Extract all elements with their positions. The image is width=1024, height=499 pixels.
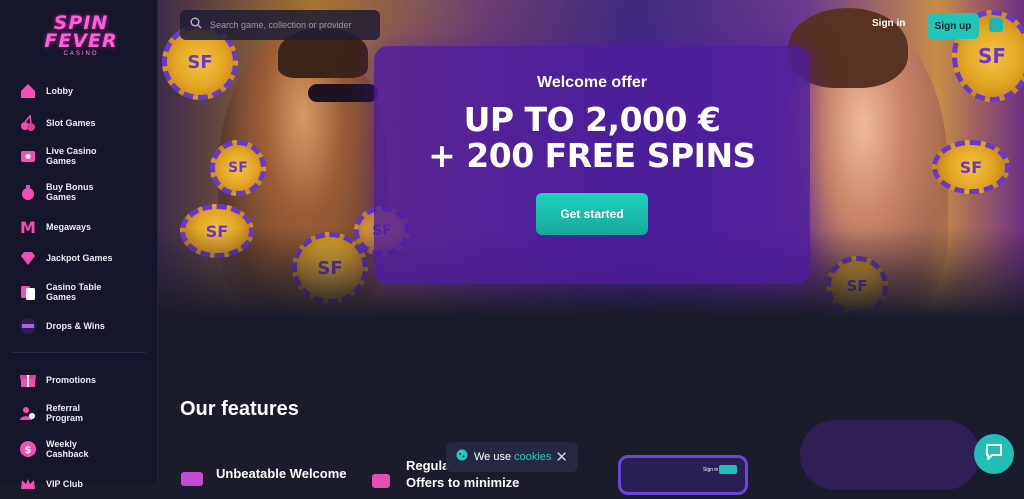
sidebar-item-promotions[interactable]: Promotions — [18, 365, 150, 395]
sidebar-item-label: Megaways — [46, 222, 92, 232]
sidebar: SPIN FEVER CASINO Lobby Slot Games Live … — [0, 0, 158, 489]
money-bag-icon — [18, 182, 38, 202]
phone-signin-text: Sign in — [703, 467, 719, 473]
cookie-text: We use cookies — [474, 451, 551, 463]
cashback-icon: $ — [18, 439, 38, 459]
sidebar-item-label: VIP Club — [46, 479, 83, 489]
sidebar-item-label: Lobby — [46, 86, 73, 96]
diamond-icon — [18, 248, 38, 268]
hero-man-sunglasses — [308, 84, 378, 102]
welcome-offer-card: Welcome offer UP TO 2,000 € + 200 FREE S… — [374, 46, 810, 284]
sidebar-item-referral[interactable]: Referral Program — [18, 398, 150, 428]
sidebar-item-label: Buy Bonus Games — [46, 182, 94, 202]
search-input[interactable] — [210, 20, 370, 30]
chat-support-button[interactable] — [974, 434, 1014, 474]
feature-title: Unbeatable Welcome — [216, 466, 347, 481]
offer-headline-line1: UP TO 2,000 € — [463, 100, 721, 139]
sidebar-item-megaways[interactable]: M Megaways — [18, 212, 150, 242]
megaways-icon: M — [20, 217, 36, 237]
sidebar-item-label: Weekly Cashback — [46, 439, 89, 459]
features-title: Our features — [180, 398, 299, 420]
cookie-icon — [456, 448, 468, 466]
sidebar-item-label: Referral Program — [46, 403, 84, 423]
get-started-button[interactable]: Get started — [536, 193, 648, 235]
cards-icon — [18, 282, 38, 302]
cookie-prefix: We use — [474, 451, 512, 463]
sidebar-item-buy-bonus[interactable]: Buy Bonus Games — [18, 177, 150, 207]
phone-mockup-image: Sign in — [618, 455, 748, 495]
chat-bubble-icon — [984, 442, 1004, 467]
cherry-icon — [18, 113, 38, 133]
feature-offers-icon — [372, 474, 390, 488]
svg-text:$: $ — [25, 445, 32, 456]
sidebar-item-label: Live Casino Games — [46, 146, 97, 166]
brand-logo[interactable]: SPIN FEVER CASINO — [36, 14, 126, 62]
sidebar-item-live-casino[interactable]: Live Casino Games — [18, 141, 150, 171]
offer-subtitle: Welcome offer — [537, 74, 647, 91]
feature-image-glow — [800, 420, 980, 490]
language-flag-icon[interactable] — [989, 18, 1003, 32]
sidebar-item-vip[interactable]: VIP Club — [18, 469, 150, 499]
sidebar-item-drops-wins[interactable]: Drops & Wins — [18, 311, 150, 341]
sidebar-item-label: Drops & Wins — [46, 321, 105, 331]
sidebar-item-lobby[interactable]: Lobby — [18, 76, 150, 106]
sidebar-divider — [12, 352, 146, 353]
sidebar-item-cashback[interactable]: $ Weekly Cashback — [18, 434, 150, 464]
close-icon[interactable]: ✕ — [555, 448, 568, 466]
signin-link[interactable]: Sign in — [872, 18, 905, 29]
search-icon — [190, 16, 202, 34]
sidebar-item-table-games[interactable]: Casino Table Games — [18, 277, 150, 307]
referral-icon — [18, 403, 38, 423]
sidebar-item-label: Casino Table Games — [46, 282, 102, 302]
casino-chip: SF — [932, 140, 1010, 194]
drops-wins-icon — [18, 316, 38, 336]
home-icon — [18, 81, 38, 101]
live-casino-icon — [18, 146, 38, 166]
feature-title-line2: Offers to minimize — [406, 475, 520, 490]
signup-button[interactable]: Sign up — [927, 13, 979, 39]
sidebar-item-slot-games[interactable]: Slot Games — [18, 108, 150, 138]
sidebar-item-jackpot[interactable]: Jackpot Games — [18, 243, 150, 273]
logo-line2: FEVER — [44, 30, 118, 52]
search-bar[interactable] — [180, 10, 380, 40]
offer-headline-line2: + 200 FREE SPINS — [428, 136, 756, 175]
sidebar-item-label: Slot Games — [46, 118, 96, 128]
cookie-banner: We use cookies ✕ — [446, 442, 578, 472]
casino-chip: SF — [210, 140, 266, 196]
sidebar-item-label: Promotions — [46, 375, 97, 385]
sidebar-item-label: Jackpot Games — [46, 253, 113, 263]
phone-signup-button — [719, 465, 737, 474]
gift-icon — [18, 370, 38, 390]
vip-icon — [18, 474, 38, 494]
cookie-link[interactable]: cookies — [514, 451, 551, 463]
